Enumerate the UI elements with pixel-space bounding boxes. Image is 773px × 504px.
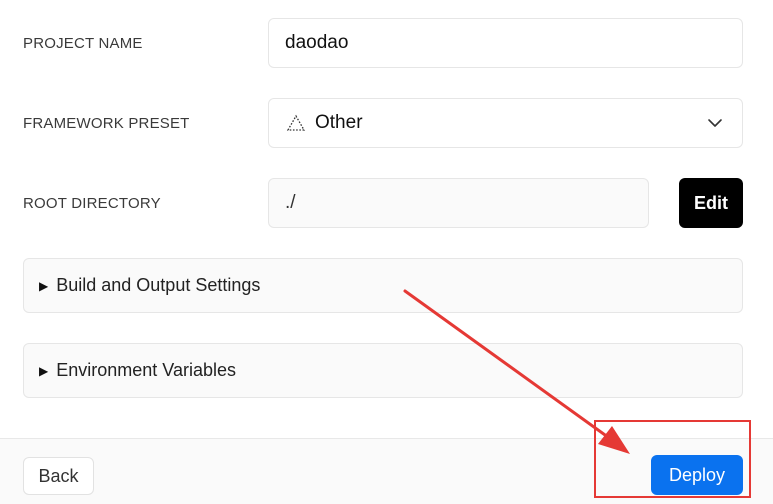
caret-right-icon: ▶ [39,278,49,293]
root-directory-field: ./ [268,178,649,228]
caret-right-icon: ▶ [39,363,49,378]
environment-variables-accordion[interactable]: ▶ Environment Variables [23,343,743,398]
build-output-settings-accordion[interactable]: ▶ Build and Output Settings [23,258,743,313]
deploy-configuration-page: PROJECT NAME daodao FRAMEWORK PRESET Oth… [0,0,773,504]
chevron-down-icon [708,119,722,127]
framework-preset-select[interactable]: Other [268,98,743,148]
project-name-input[interactable]: daodao [268,18,743,68]
environment-variables-label: Environment Variables [56,360,236,380]
edit-root-directory-button[interactable]: Edit [679,178,743,228]
root-directory-label: ROOT DIRECTORY [23,195,161,212]
root-directory-value: ./ [285,192,296,213]
project-name-label: PROJECT NAME [23,35,143,52]
arrow-annotation [403,289,630,454]
framework-preset-value: Other [315,112,363,133]
deploy-button[interactable]: Deploy [651,455,743,495]
framework-preset-label: FRAMEWORK PRESET [23,115,190,132]
back-button[interactable]: Back [23,457,94,495]
project-name-value: daodao [285,32,349,53]
build-output-settings-label: Build and Output Settings [56,275,261,295]
triangle-dotted-icon [285,112,307,134]
